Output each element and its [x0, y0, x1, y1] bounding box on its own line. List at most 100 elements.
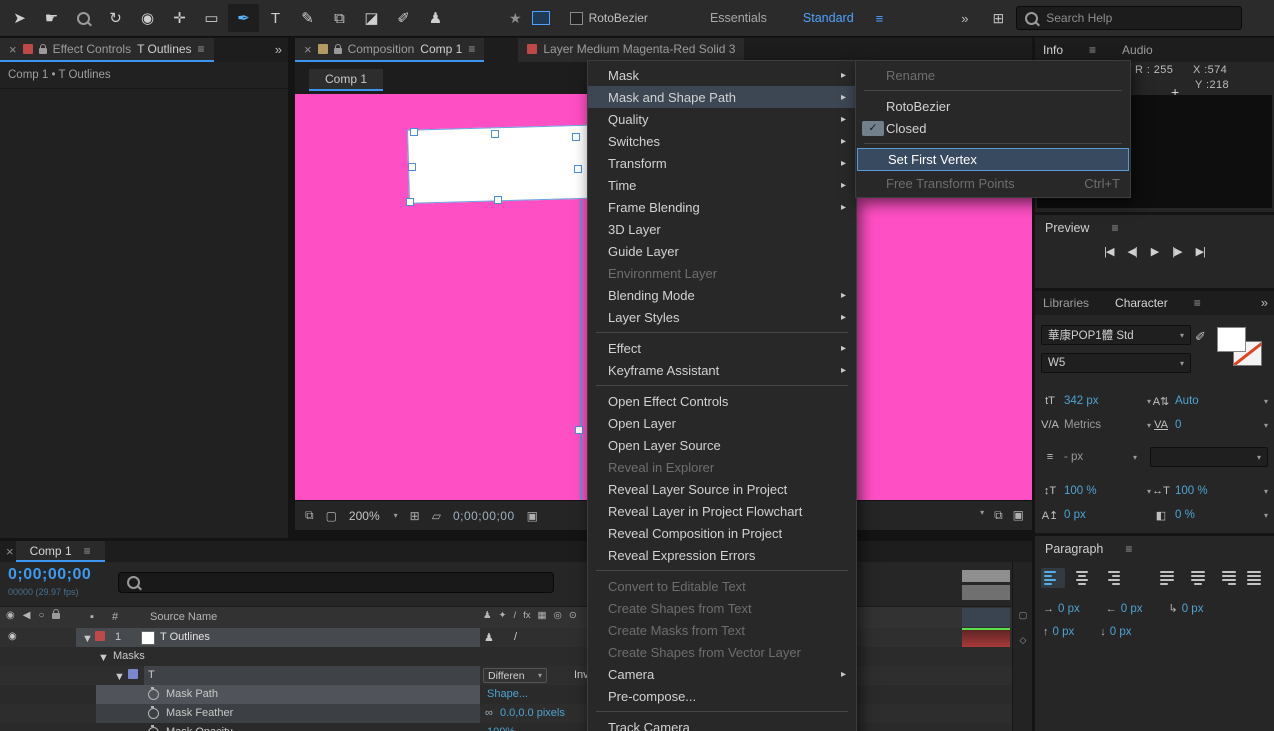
space-after-value[interactable]: 0 px	[1110, 626, 1132, 638]
audio-column-icon[interactable]: ◀	[23, 610, 31, 621]
menu-item-pre-compose[interactable]: Pre-compose...	[588, 685, 856, 707]
twirl-down-icon[interactable]: ▼	[114, 671, 125, 683]
next-frame-button[interactable]: |▶	[1172, 245, 1182, 258]
zoom-tool[interactable]	[68, 4, 99, 32]
link-icon[interactable]: ∞	[485, 707, 493, 719]
grid-guides-icon[interactable]: ⊞	[410, 509, 420, 523]
space-after-field[interactable]: ↓ 0 px	[1100, 626, 1131, 638]
star-icon[interactable]: ★	[509, 10, 522, 27]
panel-menu-icon[interactable]: ≡	[1089, 43, 1096, 57]
justify-last-center-button[interactable]	[1186, 568, 1210, 588]
mask-vertex[interactable]	[406, 198, 414, 206]
swatch-box-icon[interactable]	[531, 11, 550, 25]
indent-right-field[interactable]: ← 0 px	[1106, 602, 1143, 615]
previous-frame-button[interactable]: ◀|	[1127, 245, 1137, 258]
masks-group-row[interactable]: ▼ Masks	[0, 647, 1032, 666]
first-line-indent-field[interactable]: ↳ 0 px	[1169, 602, 1204, 616]
indent-left-field[interactable]: → 0 px	[1043, 602, 1080, 615]
mask-path-label[interactable]: Mask Path	[166, 688, 218, 700]
tsume-value[interactable]: 0 %	[1175, 509, 1195, 521]
collapse-header-icon[interactable]: ✦	[499, 610, 507, 621]
tsume-control[interactable]: ◧ 0 % ▾	[1152, 509, 1268, 522]
tracking-control[interactable]: VA 0 ▾	[1152, 419, 1268, 431]
current-timecode[interactable]: 0;00;00;00	[8, 566, 91, 584]
mask-opacity-value[interactable]: 100%	[487, 726, 515, 731]
pixel-aspect-icon[interactable]: ⧉	[994, 508, 1003, 523]
quality-header-icon[interactable]: /	[514, 610, 517, 621]
first-line-indent-value[interactable]: 0 px	[1182, 603, 1204, 615]
label-column-header[interactable]: ▪	[90, 611, 94, 623]
menu-item-reveal-expression-errors[interactable]: Reveal Expression Errors	[588, 544, 856, 566]
menu-item-time[interactable]: Time ▸	[588, 174, 856, 196]
menu-item-keyframe-assistant[interactable]: Keyframe Assistant ▸	[588, 359, 856, 381]
horizontal-scale-value[interactable]: 100 %	[1175, 485, 1208, 497]
quality-switch[interactable]: /	[514, 631, 517, 643]
kerning-control[interactable]: V/A Metrics ▾	[1041, 419, 1151, 431]
mask-vertex[interactable]	[410, 128, 418, 136]
tracking-value[interactable]: 0	[1175, 419, 1181, 431]
eye-column-icon[interactable]: ◉	[6, 610, 15, 621]
menu-item-camera[interactable]: Camera ▸	[588, 663, 856, 685]
keyframe-diamond-icon[interactable]: ◇	[1013, 635, 1032, 646]
mask-vertex[interactable]	[572, 133, 580, 141]
close-icon[interactable]: ×	[9, 42, 17, 57]
justify-last-left-button[interactable]	[1157, 568, 1181, 588]
panel-menu-icon[interactable]: ≡	[1194, 296, 1201, 310]
number-column-header[interactable]: #	[112, 611, 118, 623]
zoom-select[interactable]: 200% ▾	[349, 509, 398, 523]
mask-name[interactable]: T	[148, 669, 155, 681]
menu-item-reveal-composition-in-project[interactable]: Reveal Composition in Project	[588, 522, 856, 544]
pan-behind-tool[interactable]: ✛	[164, 4, 195, 32]
space-before-field[interactable]: ↑ 0 px	[1043, 626, 1074, 638]
tab-libraries[interactable]: Libraries	[1043, 296, 1089, 310]
panel-menu-icon[interactable]: ≡	[84, 544, 91, 558]
stroke-width-control[interactable]: ≡ - px ▾	[1041, 451, 1137, 463]
submenu-item-set-first-vertex[interactable]: Set First Vertex	[857, 148, 1129, 171]
menu-item-layer-styles[interactable]: Layer Styles ▸	[588, 306, 856, 328]
type-tool[interactable]: T	[260, 4, 291, 32]
justify-all-button[interactable]	[1244, 568, 1268, 588]
kerning-value[interactable]: Metrics	[1064, 419, 1101, 431]
shy-switch[interactable]: ♟	[484, 631, 494, 644]
menu-item-open-layer-source[interactable]: Open Layer Source	[588, 434, 856, 456]
pen-tool[interactable]: ✒	[228, 4, 259, 32]
work-area-bar[interactable]	[962, 608, 1010, 627]
rotobezier-toggle[interactable]: RotoBezier	[569, 11, 648, 25]
lock-icon[interactable]	[38, 43, 47, 54]
masks-group-label[interactable]: Masks	[113, 650, 145, 662]
baseline-shift-value[interactable]: 0 px	[1064, 509, 1086, 521]
lock-icon[interactable]	[333, 43, 342, 54]
tab-audio[interactable]: Audio	[1122, 43, 1153, 57]
menu-item-mask[interactable]: Mask ▸	[588, 64, 856, 86]
rotation-tool[interactable]: ↻	[100, 4, 131, 32]
layer-duration-bar[interactable]	[962, 628, 1010, 647]
mask-path-value[interactable]: Shape...	[487, 688, 528, 700]
roto-brush-tool[interactable]: ✐	[388, 4, 419, 32]
panel-menu-icon[interactable]: ≡	[198, 42, 205, 56]
mask-feather-label[interactable]: Mask Feather	[166, 707, 233, 719]
search-help-box[interactable]: Search Help	[1016, 6, 1243, 30]
menu-item-reveal-layer-in-project-flowchart[interactable]: Reveal Layer in Project Flowchart	[588, 500, 856, 522]
eraser-tool[interactable]: ◪	[356, 4, 387, 32]
effect-controls-tab[interactable]: × Effect Controls T Outlines ≡	[0, 38, 214, 62]
mask-vertex[interactable]	[408, 163, 416, 171]
3d-header-icon[interactable]: ⊙	[569, 610, 577, 621]
shy-header-icon[interactable]: ♟	[483, 610, 492, 621]
close-icon[interactable]: ×	[304, 42, 312, 57]
font-size-value[interactable]: 342 px	[1064, 395, 1099, 407]
mask-row[interactable]: ▼ T Differen ▾ Inverted	[0, 666, 1032, 685]
tab-info[interactable]: Info	[1043, 43, 1063, 57]
menu-item-mask-and-shape-path[interactable]: Mask and Shape Path ▸	[588, 86, 856, 108]
twirl-down-icon[interactable]: ▼	[98, 652, 109, 664]
timeline-navigator-bar[interactable]	[962, 570, 1010, 582]
workspace-overflow-chevron-icon[interactable]: »	[961, 11, 968, 26]
menu-item-frame-blending[interactable]: Frame Blending ▸	[588, 196, 856, 218]
fill-swatch[interactable]	[1217, 327, 1246, 352]
mask-vertex[interactable]	[491, 130, 499, 138]
comp-subtab[interactable]: Comp 1	[309, 69, 384, 91]
frame-blend-header-icon[interactable]: ▦	[538, 610, 547, 621]
layer-row[interactable]: ◉ ▼ 1 T Outlines ♟ /	[0, 628, 1032, 647]
last-frame-button[interactable]: ▶|	[1196, 245, 1206, 258]
timeline-search-box[interactable]	[118, 572, 554, 593]
twirl-down-icon[interactable]: ▼	[82, 633, 93, 645]
